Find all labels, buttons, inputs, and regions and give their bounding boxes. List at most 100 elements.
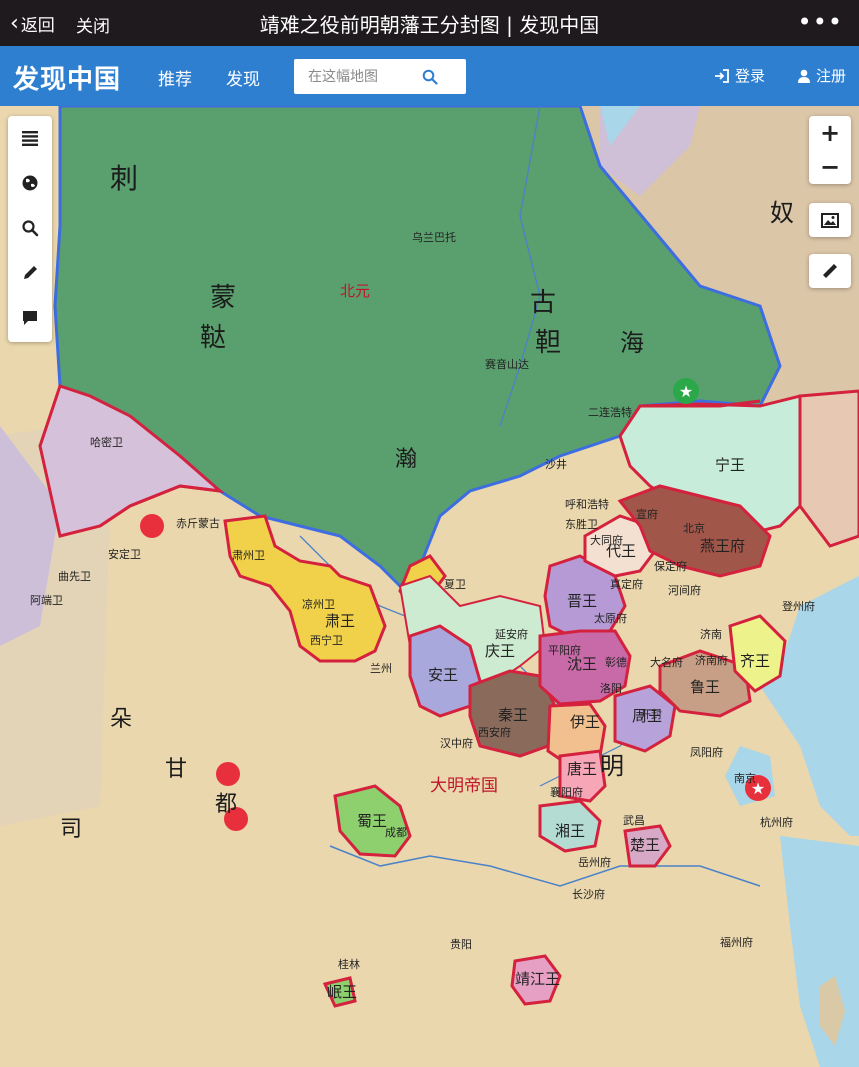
- comment-button[interactable]: [8, 296, 52, 340]
- place-label: 岳州府: [578, 855, 611, 869]
- region-nu: 奴: [770, 199, 794, 227]
- place-label: 肃州卫: [232, 549, 265, 562]
- fief-yan: 燕王府: [700, 537, 745, 555]
- fief-qin: 秦王: [498, 706, 528, 724]
- place-label: 南京: [734, 771, 756, 785]
- place-label: 襄阳府: [550, 785, 583, 799]
- place-label: 桂林: [338, 957, 360, 971]
- place-label: 太原府: [594, 611, 627, 625]
- ruler-icon: [823, 264, 837, 278]
- fief-jingjiang: 靖江王: [515, 970, 560, 988]
- place-label: 宣府: [636, 507, 658, 521]
- place-label: 洛阳: [600, 681, 622, 695]
- fief-jin: 晋王: [567, 592, 597, 610]
- login-icon: [715, 68, 729, 83]
- place-label: 西安府: [478, 725, 511, 739]
- draw-button[interactable]: [8, 251, 52, 295]
- comment-icon: [23, 311, 37, 325]
- nav-recommend[interactable]: 推荐: [158, 65, 192, 90]
- place-label: 东胜卫: [565, 517, 598, 531]
- back-button[interactable]: ‹ 返回: [10, 11, 55, 36]
- zoom-out-button[interactable]: −: [809, 150, 851, 184]
- fief-qing: 庆王: [485, 642, 515, 660]
- fief-qi: 齐王: [740, 652, 770, 670]
- nav-bar: 发现中国 推荐 发现 登录 注册: [0, 46, 859, 106]
- login-button[interactable]: 登录: [714, 65, 765, 86]
- back-label: 返回: [20, 16, 55, 36]
- place-label: 曲先卫: [58, 570, 91, 583]
- region-ming: 明: [600, 752, 624, 780]
- place-label: 长沙府: [572, 887, 605, 901]
- chevron-left-icon: ‹: [10, 10, 19, 36]
- map-search-button[interactable]: [8, 206, 52, 250]
- place-label: 成都: [385, 826, 407, 839]
- fief-min: 岷王: [327, 983, 357, 1001]
- region-ganduo-1: 朵: [110, 707, 132, 732]
- place-label: 大名府: [650, 655, 683, 669]
- place-label: 大同府: [590, 533, 623, 547]
- place-label: 福州府: [720, 935, 753, 949]
- region-mongol-1: 蒙: [210, 283, 236, 313]
- fief-lu: 鲁王: [690, 678, 720, 696]
- place-label: 彰德: [605, 655, 627, 669]
- search-icon: [22, 220, 39, 237]
- region-mongol-3: 鞑: [200, 323, 226, 353]
- zoom-in-button[interactable]: +: [809, 116, 851, 150]
- place-label: 哈密卫: [90, 435, 123, 449]
- place-label: 河间府: [668, 583, 701, 597]
- region-mongol-4: 靼: [535, 328, 561, 358]
- label-ming-empire: 大明帝国: [430, 776, 498, 796]
- place-label: 乌兰巴托: [412, 230, 456, 244]
- page-title: 靖难之役前明朝藩王分封图 | 发现中国: [259, 13, 600, 37]
- region-sea-1: 瀚: [395, 447, 417, 472]
- title-bar: ‹ 返回 关闭 靖难之役前明朝藩王分封图 | 发现中国 •••: [0, 0, 859, 46]
- place-label: 武昌: [623, 814, 645, 827]
- region-sea-2: 海: [620, 329, 644, 357]
- image-icon: [821, 212, 839, 228]
- zoom-controls: + −: [809, 116, 851, 184]
- place-label: 保定府: [654, 559, 687, 573]
- place-label: 沙井: [545, 457, 567, 471]
- place-label: 赤斤蒙古: [176, 517, 220, 530]
- place-label: 凤阳府: [690, 745, 723, 759]
- place-label: 汉中府: [440, 736, 473, 750]
- search-icon: [422, 69, 438, 85]
- place-label: 赛音山达: [485, 357, 529, 371]
- register-button[interactable]: 注册: [797, 65, 846, 86]
- place-label: 阿端卫: [30, 594, 63, 607]
- close-button[interactable]: 关闭: [76, 12, 110, 37]
- place-label: 延安府: [495, 627, 528, 641]
- place-label: 贵阳: [450, 938, 472, 951]
- place-label: 凉州卫: [302, 597, 335, 611]
- label-northern-yuan: 北元: [340, 282, 370, 300]
- region-mongol-2: 古: [530, 288, 556, 318]
- layers-icon: [22, 131, 38, 146]
- fief-shu: 蜀王: [357, 812, 387, 830]
- globe-button[interactable]: [8, 161, 52, 205]
- fief-xiang: 湘王: [555, 822, 585, 840]
- map-canvas[interactable]: ★ ★ 刺 蒙 鞑 古 靼 海 瀚 奴 北元 大明帝国 明 朵 甘 都 司 宁王…: [0, 106, 859, 1067]
- fief-shen: 沈王: [567, 655, 597, 673]
- nav-discover[interactable]: 发现: [226, 65, 260, 90]
- fief-chu: 楚王: [630, 836, 660, 854]
- fief-yi: 伊王: [570, 713, 600, 731]
- pencil-icon: [24, 266, 37, 279]
- more-options-button[interactable]: •••: [798, 8, 843, 36]
- brand-logo[interactable]: 发现中国: [13, 59, 121, 96]
- historical-map: ★ ★ 刺 蒙 鞑 古 靼 海 瀚 奴 北元 大明帝国 明 朵 甘 都 司 宁王…: [0, 106, 859, 1067]
- place-label: 北京: [683, 521, 705, 535]
- layers-button[interactable]: [8, 116, 52, 160]
- place-label: 呼和浩特: [565, 497, 609, 511]
- measure-button[interactable]: [809, 254, 851, 288]
- fief-tang: 唐王: [567, 760, 597, 778]
- region-ganduo-2: 甘: [165, 757, 187, 782]
- place-label: 二连浩特: [588, 405, 632, 419]
- place-label: 真定府: [610, 577, 643, 591]
- place-label: 济南: [700, 627, 722, 641]
- image-button[interactable]: [809, 203, 851, 237]
- fief-an: 安王: [428, 666, 458, 684]
- globe-icon: [22, 175, 38, 191]
- user-icon: [798, 69, 810, 83]
- search-button[interactable]: [394, 59, 466, 94]
- place-label: 开封: [640, 707, 662, 721]
